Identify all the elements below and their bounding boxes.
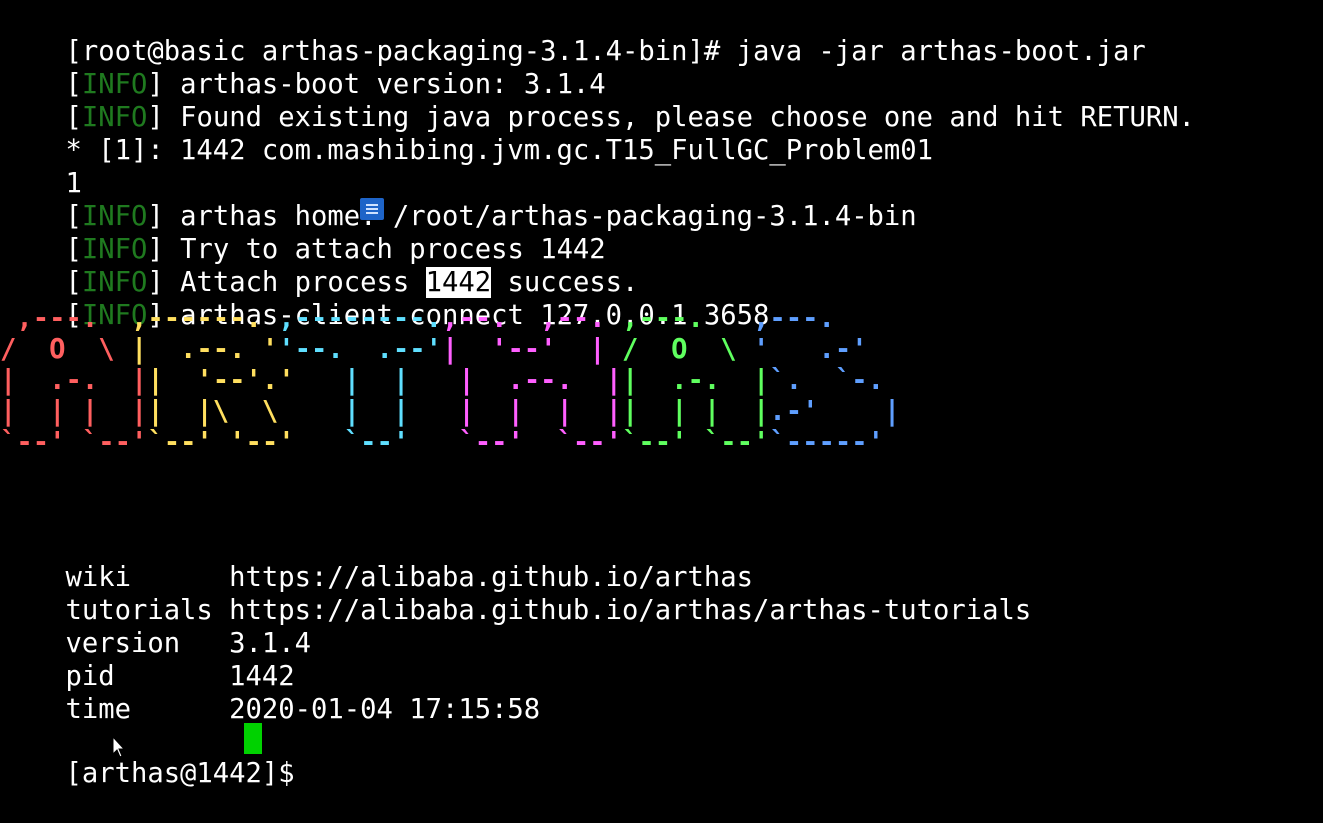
logo-row: / O \ | .--. ''--. .--'| '--' | / O \ ' … [0, 334, 900, 365]
info-line: [INFO] Try to attach process 1442 [0, 200, 605, 265]
shell-prompt[interactable]: [arthas@1442]$ [0, 724, 311, 789]
logo-segment-yellow: ,------. [130, 303, 279, 334]
logo-row: `--' `--'`--' '--' `--' `--' `--'`--' `-… [0, 427, 900, 458]
info-line: [INFO] arthas-client connect 127.0.0.1 3… [0, 266, 769, 331]
logo-segment-green: `--' `--' [622, 427, 770, 458]
logo-segment-red: | | | | [0, 396, 148, 427]
info-value: 2020-01-04 17:15:58 [229, 694, 541, 725]
logo-segment-green: | .-. | [622, 365, 770, 396]
logo-segment-blue: .-' | [769, 396, 901, 427]
logo-segment-red: | .-. | [0, 365, 148, 396]
logo-segment-blue: ' .-' [752, 334, 868, 365]
info-table-row: time 2020-01-04 17:15:58 [0, 660, 540, 725]
logo-segment-magenta: | '--' | [441, 334, 623, 365]
logo-segment-green: / O \ [622, 334, 753, 365]
logo-segment-yellow: | '--'.' [147, 365, 295, 396]
process-choice-text: * [1]: 1442 com.mashibing.jvm.gc.T15_Ful… [65, 135, 934, 166]
arthas-ascii-logo: ,---. ,------. ,--------.,--. ,--. ,---.… [0, 303, 900, 458]
logo-segment-magenta: | | | | [458, 396, 623, 427]
logo-segment-cyan: '--. .--' [278, 334, 442, 365]
info-table-row: tutorials https://alibaba.github.io/arth… [0, 561, 1031, 626]
prompt-text: [arthas@1442]$ [65, 758, 312, 789]
logo-segment-green: ,---. [622, 303, 737, 334]
logo-segment-yellow: `--' '--' [147, 427, 295, 458]
logo-segment-red: ,---. [0, 303, 131, 334]
logo-segment-magenta: `--' `--' [458, 427, 623, 458]
logo-segment-red: / O \ [0, 334, 131, 365]
logo-row: ,---. ,------. ,--------.,--. ,--. ,---.… [0, 303, 900, 334]
logo-segment-magenta: | .--. | [458, 365, 623, 396]
logo-segment-blue: `-----' [769, 427, 884, 458]
terminal-window[interactable]: [root@basic arthas-packaging-3.1.4-bin]#… [0, 0, 1323, 789]
info-key: time [65, 694, 230, 725]
note-icon[interactable] [360, 198, 384, 220]
logo-row: | | | || |\ \ | | | | | || | | |.-' | [0, 396, 900, 427]
logo-segment-blue: ,---. [736, 303, 835, 334]
command-line: [root@basic arthas-packaging-3.1.4-bin]#… [0, 2, 1145, 67]
logo-segment-blue: `. `-. [769, 365, 884, 396]
logo-segment-cyan: `--' [294, 427, 459, 458]
logo-row: | .-. || '--'.' | | | .--. || .-. |`. `-… [0, 365, 900, 396]
text-cursor [244, 723, 262, 754]
logo-segment-red: `--' `--' [0, 427, 148, 458]
logo-segment-yellow: | .--. ' [130, 334, 279, 365]
info-value: https://alibaba.github.io/arthas/arthas-… [229, 595, 1032, 626]
info-line: [INFO] arthas home: /root/arthas-packagi… [0, 167, 916, 232]
logo-segment-magenta: ,--. ,--. [441, 303, 623, 334]
info-line: [INFO] Attach process 1442 success. [0, 233, 638, 298]
info-table-row: pid 1442 [0, 627, 294, 692]
info-table-row: wiki https://alibaba.github.io/arthas [0, 528, 752, 593]
user-input-line: 1 [0, 134, 81, 199]
logo-segment-cyan: ,--------. [278, 303, 442, 334]
info-line: [INFO] arthas-boot version: 3.1.4 [0, 35, 605, 100]
logo-segment-cyan: | | [294, 396, 459, 427]
logo-segment-green: | | | | [622, 396, 770, 427]
info-line: [INFO] Found existing java process, plea… [0, 68, 1194, 133]
info-table-row: version 3.1.4 [0, 594, 311, 659]
logo-segment-cyan: | | [294, 365, 459, 396]
process-choice-line: * [1]: 1442 com.mashibing.jvm.gc.T15_Ful… [0, 101, 933, 166]
logo-segment-yellow: | |\ \ [147, 396, 295, 427]
mouse-pointer-icon [112, 736, 126, 758]
